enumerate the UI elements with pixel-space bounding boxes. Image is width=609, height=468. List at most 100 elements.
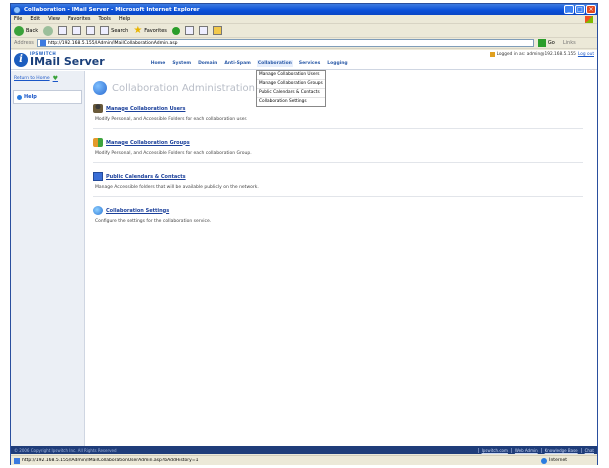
- menu-help[interactable]: Help: [119, 16, 130, 22]
- close-button[interactable]: ×: [586, 5, 596, 14]
- logout-link[interactable]: Log out: [578, 52, 594, 57]
- go-label: Go: [547, 40, 555, 46]
- help-icon: [17, 94, 22, 100]
- maximize-button[interactable]: □: [575, 5, 585, 14]
- go-button[interactable]: Go: [537, 39, 555, 47]
- section-public-calendars: Public Calendars & Contacts Manage Acces…: [93, 172, 593, 197]
- address-url: http://192.168.5.155/IAdmin/IMailCollabo…: [47, 40, 178, 46]
- copyright: © 2006 Copyright Ipswitch Inc. All Right…: [14, 447, 117, 453]
- help-link[interactable]: Help: [13, 90, 82, 104]
- refresh-button[interactable]: [72, 26, 82, 35]
- page-heading: Collaboration Administration: [93, 81, 593, 95]
- forward-arrow-icon: [43, 25, 54, 36]
- divider: [93, 162, 583, 163]
- public-calendars-link[interactable]: Public Calendars & Contacts: [106, 174, 186, 180]
- page-content: i IPSWITCH IMail Server Home System Doma…: [11, 50, 597, 454]
- toolbar: Back Search ★ Favorites: [11, 24, 597, 38]
- favorites-star-icon: ★: [133, 24, 143, 36]
- sidebar: Return to Home ♥ Help: [11, 71, 85, 454]
- footer-link-ipswitch[interactable]: Ipswitch.com: [477, 447, 508, 453]
- dropdown-item-settings[interactable]: Collaboration Settings: [257, 98, 325, 106]
- favorites-button[interactable]: ★ Favorites: [133, 24, 167, 36]
- dropdown-item-public-calendars[interactable]: Public Calendars & Contacts: [257, 89, 325, 98]
- nav-domain[interactable]: Domain: [197, 60, 218, 67]
- menu-tools[interactable]: Tools: [99, 16, 111, 22]
- minimize-button[interactable]: _: [564, 5, 574, 14]
- page-icon: [39, 40, 46, 46]
- main-nav: Home System Domain Anti-Spam Collaborati…: [150, 60, 354, 67]
- manage-users-link[interactable]: Manage Collaboration Users: [106, 106, 185, 112]
- public-calendars-desc: Manage Accessible folders that will be a…: [95, 185, 259, 190]
- nav-home[interactable]: Home: [150, 60, 167, 67]
- user-icon: [489, 52, 495, 57]
- app-header: i IPSWITCH IMail Server Home System Doma…: [11, 50, 597, 70]
- settings-icon: [93, 206, 103, 215]
- address-input[interactable]: http://192.168.5.155/IAdmin/IMailCollabo…: [36, 39, 534, 47]
- window-title: Collaboration - IMail Server - Microsoft…: [24, 6, 200, 13]
- search-icon: [100, 26, 110, 35]
- search-button[interactable]: Search: [100, 26, 128, 35]
- folder-icon: [212, 26, 222, 35]
- footer-link-chat[interactable]: Chat: [580, 447, 594, 453]
- nav-services[interactable]: Services: [298, 60, 321, 67]
- menu-file[interactable]: File: [14, 16, 22, 22]
- ie-icon: [13, 5, 21, 14]
- divider: [93, 196, 583, 197]
- menu-edit[interactable]: Edit: [30, 16, 40, 22]
- mail-button[interactable]: [184, 26, 194, 35]
- dropdown-item-manage-groups[interactable]: Manage Collaboration Groups: [257, 80, 325, 89]
- collaboration-settings-desc: Configure the settings for the collabora…: [95, 219, 212, 224]
- collaboration-icon: [93, 81, 107, 95]
- address-label: Address: [14, 40, 34, 46]
- menu-bar: File Edit View Favorites Tools Help: [11, 15, 597, 24]
- print-button[interactable]: [198, 26, 208, 35]
- mail-icon: [184, 26, 194, 35]
- forward-button[interactable]: [43, 25, 54, 36]
- stop-button[interactable]: [58, 26, 68, 35]
- go-arrow-icon: [537, 39, 546, 47]
- page-title: Collaboration Administration: [112, 82, 255, 94]
- browser-window: Collaboration - IMail Server - Microsoft…: [10, 3, 598, 465]
- security-zone: Internet: [541, 457, 567, 464]
- media-icon: [171, 26, 180, 35]
- help-label: Help: [24, 94, 37, 100]
- pin-icon: ♥: [52, 75, 58, 82]
- media-button[interactable]: [171, 26, 180, 35]
- group-icon: [93, 138, 103, 147]
- calendar-icon: [93, 172, 103, 181]
- manage-groups-link[interactable]: Manage Collaboration Groups: [106, 140, 190, 146]
- back-arrow-icon: [14, 25, 24, 36]
- section-manage-users: Manage Collaboration Users Modify Person…: [93, 104, 593, 129]
- footer-link-knowledge-base[interactable]: Knowledge Base: [540, 447, 578, 453]
- home-button[interactable]: [86, 26, 96, 35]
- folder-button[interactable]: [212, 26, 222, 35]
- logo-product: IMail Server: [30, 55, 105, 68]
- main-content: Collaboration Administration Manage Coll…: [93, 71, 593, 224]
- manage-groups-desc: Modify Personal, and Accessible Folders …: [95, 151, 252, 156]
- nav-system[interactable]: System: [171, 60, 192, 67]
- back-button[interactable]: Back: [14, 25, 38, 36]
- dropdown-item-manage-users[interactable]: Manage Collaboration Users: [257, 71, 325, 80]
- print-icon: [198, 26, 208, 35]
- divider: [93, 128, 583, 129]
- refresh-icon: [72, 26, 82, 35]
- page-icon: [14, 457, 20, 464]
- return-home-link[interactable]: Return to Home ♥: [11, 71, 84, 86]
- footer-link-web-admin[interactable]: Web Admin: [510, 447, 538, 453]
- nav-logging[interactable]: Logging: [326, 60, 348, 67]
- collaboration-settings-link[interactable]: Collaboration Settings: [106, 208, 169, 214]
- links-button[interactable]: Links: [563, 40, 576, 46]
- app-footer: © 2006 Copyright Ipswitch Inc. All Right…: [11, 446, 597, 454]
- stop-icon: [58, 26, 68, 35]
- menu-favorites[interactable]: Favorites: [68, 16, 91, 22]
- login-text: Logged in as: admin@192.168.5.155: [496, 52, 576, 57]
- ipswitch-logo-icon: i: [14, 52, 28, 67]
- search-label: Search: [111, 27, 129, 34]
- login-info: Logged in as: admin@192.168.5.155 Log ou…: [489, 52, 594, 57]
- title-bar: Collaboration - IMail Server - Microsoft…: [11, 4, 597, 15]
- menu-view[interactable]: View: [48, 16, 60, 22]
- nav-anti-spam[interactable]: Anti-Spam: [223, 60, 251, 67]
- imail-logo: i IPSWITCH IMail Server: [14, 52, 105, 67]
- nav-collaboration[interactable]: Collaboration: [256, 60, 293, 67]
- zone-label: Internet: [549, 458, 567, 463]
